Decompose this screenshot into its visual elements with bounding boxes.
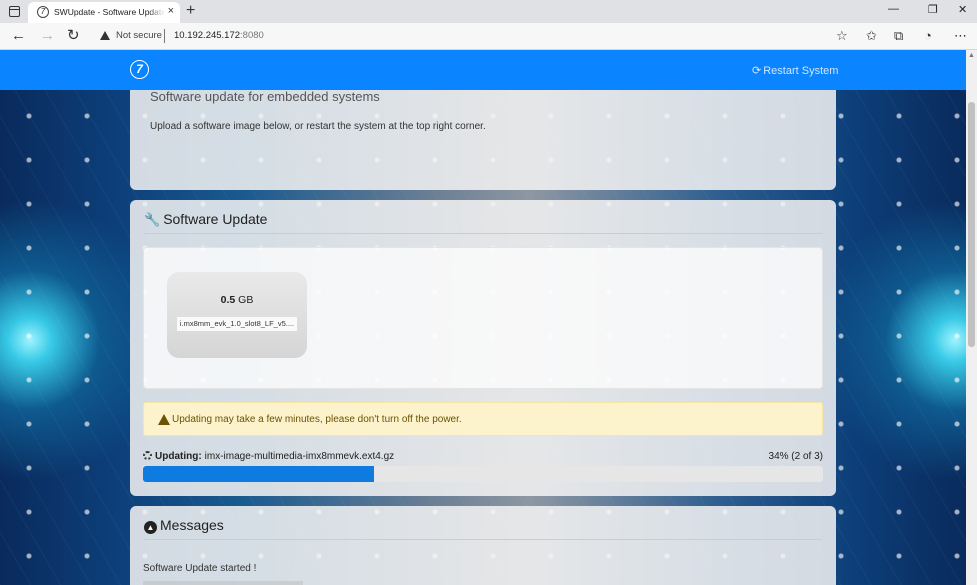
warning-text: Updating may take a few minutes, please …: [172, 414, 462, 425]
refresh-icon[interactable]: ↻: [67, 27, 80, 45]
file-size-value: 0.5: [220, 294, 236, 306]
page-viewport: 7 ⟳ Restart System Software update for em…: [0, 50, 966, 585]
more-icon[interactable]: ⋯: [954, 28, 967, 44]
messages-panel: ▲ Messages Software Update started !: [130, 506, 836, 585]
file-size-unit: GB: [238, 294, 254, 306]
file-size: 0.5 GB: [167, 294, 307, 306]
restore-icon[interactable]: ❐: [928, 3, 938, 16]
messages-title: Messages: [160, 517, 224, 533]
minimize-icon[interactable]: —: [888, 3, 899, 15]
browser-tab[interactable]: 7 SWUpdate - Software Update for ×: [28, 2, 180, 23]
message-line-partial: [143, 581, 303, 585]
url-field[interactable]: 10.192.245.172:8080: [174, 30, 264, 41]
uploaded-file-preview: 0.5 GB i.mx8mm_evk_1.0_slot8_LF_v5....: [167, 272, 307, 358]
message-line: Software Update started !: [143, 563, 257, 574]
collections-icon[interactable]: ⧉: [894, 28, 903, 44]
tagline: Software update for embedded systems: [150, 89, 380, 104]
new-tab-button[interactable]: +: [186, 2, 195, 20]
status-label: Updating:: [155, 451, 202, 462]
tab-strip: 7 SWUpdate - Software Update for × + — ❐…: [0, 0, 977, 23]
refresh-icon: ⟳: [752, 65, 762, 77]
divider: [164, 29, 165, 43]
page-scrollbar[interactable]: ▲: [966, 50, 977, 585]
power-warning-alert: Updating may take a few minutes, please …: [143, 402, 823, 436]
warning-icon[interactable]: [100, 31, 110, 40]
software-update-panel: 🔧 Software Update 0.5 GB i.mx8mm_evk_1.0_…: [130, 200, 836, 496]
favicon-icon: 7: [37, 6, 49, 18]
file-name: i.mx8mm_evk_1.0_slot8_LF_v5....: [177, 317, 297, 331]
software-update-heading: 🔧 Software Update: [144, 211, 267, 228]
update-status: Updating: imx-image-multimedia-imx8mmevk.…: [143, 451, 394, 462]
tab-close-icon[interactable]: ×: [168, 5, 174, 17]
url-host: 10.192.245.172: [174, 30, 241, 41]
chevron-up-icon: ▲: [144, 521, 157, 534]
top-navbar: 7 ⟳ Restart System: [0, 50, 966, 90]
status-file: imx-image-multimedia-imx8mmevk.ext4.gz: [204, 451, 395, 462]
restart-system-label: Restart System: [763, 65, 839, 77]
tab-title: SWUpdate - Software Update for: [54, 7, 165, 17]
address-bar: ← → ↻ Not secure 10.192.245.172:8080 ☆ ✩…: [0, 23, 977, 50]
scroll-up-icon[interactable]: ▲: [968, 52, 975, 59]
messages-heading[interactable]: ▲ Messages: [144, 517, 224, 534]
security-indicator[interactable]: Not secure: [116, 30, 162, 41]
favorites-icon[interactable]: ✩: [866, 28, 877, 44]
swupdate-logo-icon[interactable]: 7: [130, 60, 149, 79]
progress-bar-fill: [143, 466, 375, 482]
spinner-icon: [143, 451, 152, 460]
progress-bar: [143, 466, 823, 482]
wrench-icon: 🔧: [144, 212, 161, 227]
intro-description: Upload a software image below, or restar…: [150, 121, 486, 132]
tab-actions-icon[interactable]: [9, 6, 20, 17]
back-icon[interactable]: ←: [11, 27, 26, 45]
url-port: :8080: [240, 30, 264, 41]
window-close-icon[interactable]: ✕: [958, 3, 967, 16]
progress-text: 34% (2 of 3): [768, 451, 823, 462]
warning-icon: [158, 414, 170, 425]
upload-dropzone[interactable]: 0.5 GB i.mx8mm_evk_1.0_slot8_LF_v5....: [143, 247, 823, 389]
restart-system-button[interactable]: ⟳ Restart System: [752, 64, 838, 77]
divider: [144, 233, 822, 234]
forward-icon: →: [40, 27, 55, 44]
favorite-star-icon[interactable]: ☆: [836, 28, 848, 44]
divider: [144, 539, 822, 540]
scrollbar-thumb[interactable]: [968, 102, 975, 347]
software-update-title: Software Update: [163, 211, 268, 227]
profile-icon[interactable]: ◔: [924, 28, 932, 43]
intro-panel: Software update for embedded systems Upl…: [130, 80, 836, 190]
